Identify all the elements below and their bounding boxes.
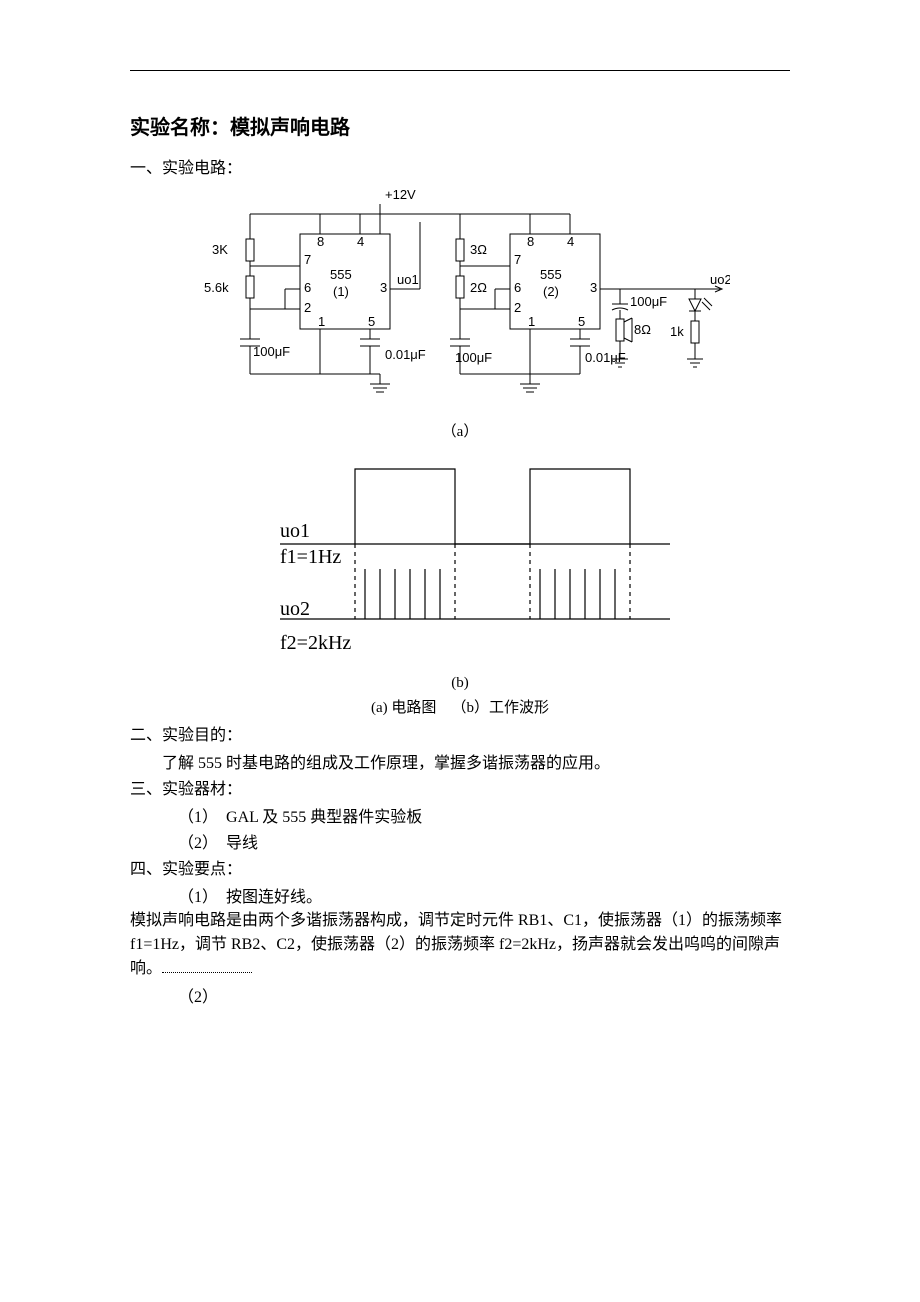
wave-uo2-label: uo2 <box>280 598 310 620</box>
section-4-head: 四、实验要点： <box>130 855 790 879</box>
vcc-label: +12V <box>385 187 416 202</box>
c2-pin3: 3 <box>590 280 597 295</box>
c2-pin1: 1 <box>528 314 535 329</box>
uo1-label: uo1 <box>397 272 419 287</box>
figure-a-label: （a） <box>130 420 790 441</box>
rled-label: 1k <box>670 324 684 339</box>
waveform-svg: uo1 f1=1Hz uo2 f2=2kHz <box>240 449 680 669</box>
c2-pin2: 2 <box>514 300 521 315</box>
sec4-item1-num: （1） <box>178 889 218 906</box>
figure-b-label: (b) <box>130 675 790 692</box>
sec3-item1-text: GAL 及 555 典型器件实验板 <box>226 809 422 826</box>
section-2-body: 了解 555 时基电路的组成及工作原理，掌握多谐振荡器的应用。 <box>130 749 790 773</box>
sec4-item1-text: 按图连好线。 <box>226 889 322 906</box>
circuit-svg: +12V 3K 5.6k 100μF 0.01μF 555 (1) uo1 3Ω… <box>190 184 730 414</box>
c1-pin1: 1 <box>318 314 325 329</box>
sec4-item2: （2） <box>178 983 790 1007</box>
r1b-label: 5.6k <box>204 280 229 295</box>
section-2-head: 二、实验目的： <box>130 721 790 745</box>
r2b-label: 2Ω <box>470 280 487 295</box>
c2-pin8: 8 <box>527 234 534 249</box>
sec3-item1: （1） GAL 及 555 典型器件实验板 <box>178 803 790 827</box>
title-name: 模拟声响电路 <box>230 117 350 139</box>
c2a-label: 100μF <box>455 350 492 365</box>
section-1-head: 一、实验电路： <box>130 154 790 178</box>
sec4-paragraph: 模拟声响电路是由两个多谐振荡器构成，调节定时元件 RB1、C1，使振荡器（1）的… <box>130 909 790 981</box>
wave-uo1-label: uo1 <box>280 520 310 542</box>
figure-waveform: uo1 f1=1Hz uo2 f2=2kHz <box>130 449 790 669</box>
sec4-item1: （1） 按图连好线。 <box>178 883 790 907</box>
c1-pin2: 2 <box>304 300 311 315</box>
c2-pin4: 4 <box>567 234 574 249</box>
chip2-sub: (2) <box>543 284 559 299</box>
c1-pin3: 3 <box>380 280 387 295</box>
title-prefix: 实验名称： <box>130 117 230 139</box>
c1-pin6: 6 <box>304 280 311 295</box>
chip2-label: 555 <box>540 267 562 282</box>
c1a-label: 100μF <box>253 344 290 359</box>
speaker-label: 8Ω <box>634 322 651 337</box>
sec3-item2-text: 导线 <box>226 835 258 852</box>
c1b-label: 0.01μF <box>385 347 426 362</box>
c1-pin4: 4 <box>357 234 364 249</box>
c1-pin8: 8 <box>317 234 324 249</box>
c2b-label: 0.01μF <box>585 350 626 365</box>
page-title: 实验名称：模拟声响电路 <box>130 111 790 140</box>
sec4-item2-num: （2） <box>178 989 218 1006</box>
sec3-item1-num: （1） <box>178 809 218 826</box>
c1-pin7: 7 <box>304 252 311 267</box>
cout-label: 100μF <box>630 294 667 309</box>
c2-pin7: 7 <box>514 252 521 267</box>
chip1-sub: (1) <box>333 284 349 299</box>
r1a-label: 3K <box>212 242 228 257</box>
header-rule <box>130 70 790 71</box>
uo2-label: uo2 <box>710 272 730 287</box>
fig-caption-b: （b）工作波形 <box>451 700 549 716</box>
fig-caption-a: (a) 电路图 <box>371 700 436 716</box>
figure-circuit: +12V 3K 5.6k 100μF 0.01μF 555 (1) uo1 3Ω… <box>130 184 790 414</box>
wave-f1-label: f1=1Hz <box>280 546 341 568</box>
c2-pin5: 5 <box>578 314 585 329</box>
sec3-item2: （2） 导线 <box>178 829 790 853</box>
c2-pin6: 6 <box>514 280 521 295</box>
wave-f2-label: f2=2kHz <box>280 632 351 654</box>
r2a-label: 3Ω <box>470 242 487 257</box>
chip1-label: 555 <box>330 267 352 282</box>
sec3-item2-num: （2） <box>178 835 218 852</box>
figure-caption: (a) 电路图 （b）工作波形 <box>130 696 790 717</box>
section-3-head: 三、实验器材： <box>130 775 790 799</box>
dotted-underline <box>162 962 252 973</box>
c1-pin5: 5 <box>368 314 375 329</box>
